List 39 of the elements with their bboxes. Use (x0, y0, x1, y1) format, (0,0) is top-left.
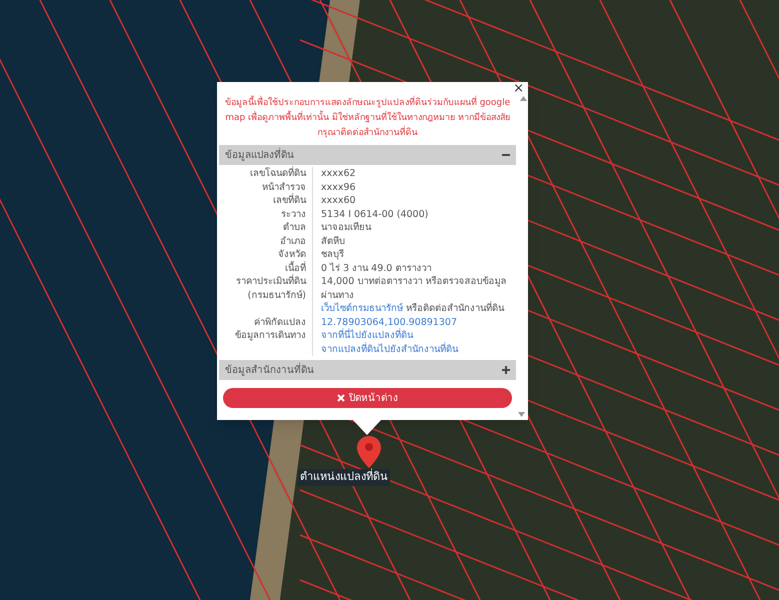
field-label: หน้าสำรวจ (262, 182, 306, 192)
close-icon (337, 394, 345, 402)
field-value: นาจอมเทียน (321, 221, 371, 234)
field-label: อำเภอ (280, 236, 306, 246)
field-label: เลขโฉนดที่ดิน (250, 168, 306, 179)
field-value: 14,000 บาทต่อตารางวา หรือตรวจสอบข้อมูลผ่านทาง (321, 275, 508, 301)
field-label: จังหวัด (278, 249, 306, 260)
popup-close-button[interactable]: × (513, 82, 524, 95)
field-label: เลขที่ดิน (273, 195, 306, 206)
info-link[interactable]: จากที่นี่ไปยังแปลงที่ดิน (321, 329, 413, 342)
field-value: 0 ไร่ 3 งาน 49.0 ตารางวา (321, 262, 432, 275)
field-label: เนื้อที่ (285, 262, 306, 274)
info-link[interactable]: 12.78903064,100.90891307 (321, 316, 457, 329)
field-value: xxxx60 (321, 194, 356, 208)
section-header[interactable]: ข้อมูลสำนักงานที่ดิน (219, 360, 516, 380)
field-value: xxxx62 (321, 167, 356, 180)
field-value: ชลบุรี (321, 248, 344, 262)
info-link[interactable]: เว็บไซต์กรมธนารักษ์ (321, 302, 403, 316)
field-label: ราคาประเมินที่ดิน (กรมธนารักษ์) (236, 276, 306, 300)
notice-text: ข้อมูลนี้เพื่อใช้ประกอบการแสดงลักษณะรูปแปลงที่ดินร่วมกับแผนที่ google map เพื่อดูภาพพื้นที่เท่านั้น มิใช่หลักฐานที่ใช้ในทางกฎหมาย หากมีข้อสงสัย กรุณาติดต่อสำนักงานที่ดิน (219, 96, 516, 141)
expand-icon (502, 366, 510, 374)
field-label: ค่าพิกัดแปลง (254, 316, 306, 328)
field-value: สัตหีบ (321, 234, 345, 248)
field-value: หรือติดต่อสำนักงานที่ดิน (406, 302, 504, 316)
info-link[interactable]: จากแปลงที่ดินไปยังสำนักงานที่ดิน (321, 342, 458, 356)
field-label: ระวาง (281, 208, 306, 220)
map-pin-icon[interactable] (357, 436, 381, 468)
close-window-button[interactable]: ปิดหน้าต่าง (223, 388, 512, 408)
marker-label: ตำแหน่งแปลงที่ดิน (298, 469, 390, 486)
section-title: ข้อมูลสำนักงานที่ดิน (225, 362, 314, 378)
field-value: 5134 I 0614-00 (4000) (321, 208, 428, 221)
section-title: ข้อมูลแปลงที่ดิน (225, 148, 294, 162)
field-label: ข้อมูลการเดินทาง (235, 330, 306, 341)
field-label: ตำบล (283, 222, 306, 233)
section-header[interactable]: ข้อมูลแปลงที่ดิน (219, 145, 516, 165)
scroll-up-icon[interactable] (520, 96, 526, 101)
collapse-icon (502, 151, 510, 159)
field-value: xxxx96 (321, 180, 356, 194)
scroll-down-icon[interactable] (518, 412, 525, 417)
